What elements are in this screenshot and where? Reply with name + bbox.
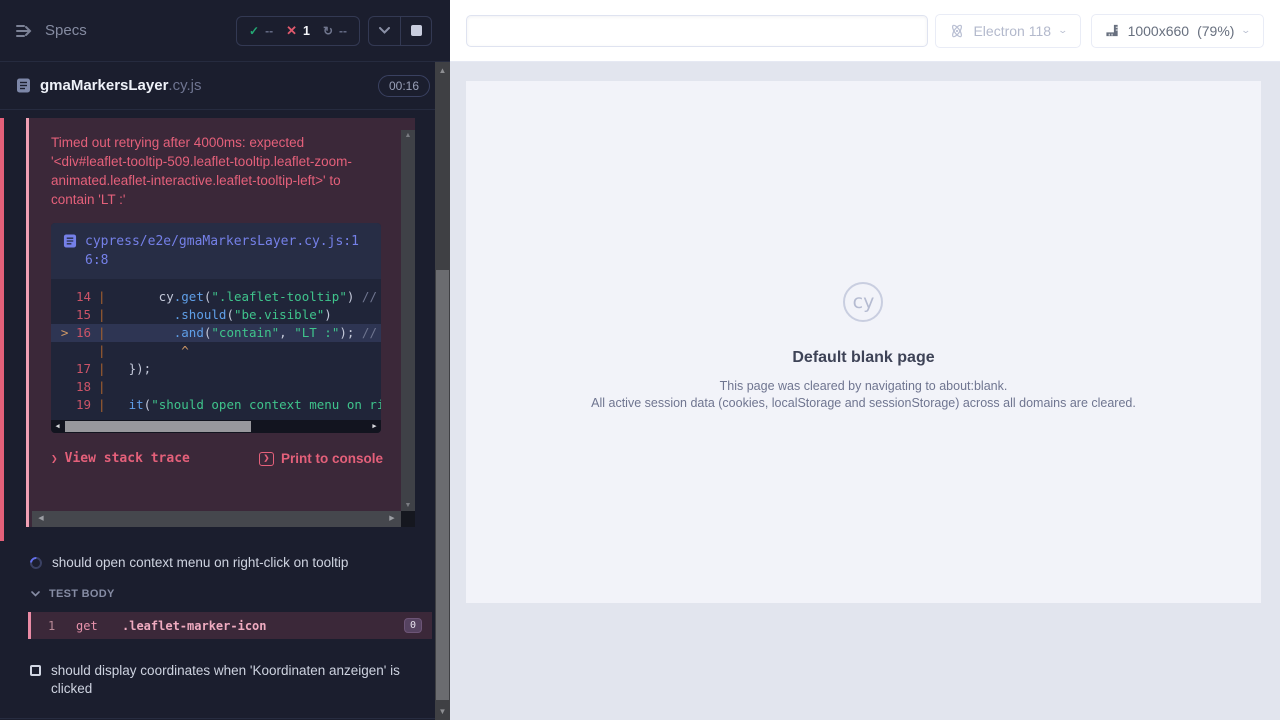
- failed-test-accent-strip: [0, 118, 4, 541]
- reporter-header: Specs ✓ -- ✕ 1 ↻ --: [0, 0, 450, 62]
- passed-count: --: [265, 24, 273, 38]
- chevron-down-icon: [31, 591, 40, 597]
- chevron-down-icon: ⌄: [1241, 25, 1252, 36]
- spec-file-icon: [16, 78, 31, 93]
- error-actions: ❯ View stack trace ❯ Print to console: [51, 451, 383, 466]
- error-message: Timed out retrying after 4000ms: expecte…: [51, 133, 375, 209]
- blank-page-line1: This page was cleared by navigating to a…: [591, 378, 1136, 394]
- error-horizontal-scrollbar[interactable]: ◀ ▶: [32, 511, 401, 527]
- command-row[interactable]: 1 get .leaflet-marker-icon 0: [28, 612, 432, 639]
- viewport-size: 1000x660: [1128, 23, 1190, 39]
- blank-page-message: cy Default blank page This page was clea…: [591, 282, 1136, 411]
- blank-page-title: Default blank page: [591, 349, 1136, 367]
- spec-timer-badge: 00:16: [378, 75, 430, 97]
- specs-label: Specs: [45, 22, 87, 39]
- scroll-left-arrow-icon[interactable]: ◀: [34, 511, 48, 527]
- list-divider: [0, 718, 450, 719]
- view-stack-trace-button[interactable]: ❯ View stack trace: [51, 451, 190, 466]
- stat-failed: ✕ 1: [286, 23, 310, 39]
- viewport-selector-button[interactable]: 1000x660 (79%) ⌄: [1091, 14, 1264, 48]
- code-file-icon: [63, 234, 77, 248]
- scroll-left-arrow-icon[interactable]: ◀: [51, 420, 64, 433]
- code-line: 17| });: [51, 360, 381, 378]
- aut-topbar: Electron 118 ⌄ 1000x660 (79%) ⌄: [450, 0, 1280, 62]
- scroll-down-arrow-icon[interactable]: ▼: [401, 502, 415, 509]
- error-vertical-scrollbar[interactable]: ▲ ▼: [401, 130, 415, 511]
- scrollbar-thumb[interactable]: [436, 270, 449, 700]
- spec-name: gmaMarkersLayer.cy.js: [40, 77, 201, 95]
- code-line: > 16| .and("contain", "LT :"); // Test: [51, 324, 381, 342]
- command-method: get: [76, 619, 122, 633]
- spec-name-base: gmaMarkersLayer: [40, 77, 168, 94]
- test-title: should open context menu on right-click …: [52, 554, 348, 572]
- test-item-pending[interactable]: should display coordinates when 'Koordin…: [0, 653, 450, 707]
- print-to-console-button[interactable]: ❯ Print to console: [259, 451, 383, 466]
- restart-circle-icon: ↻: [323, 24, 333, 38]
- code-line: 18|: [51, 378, 381, 396]
- view-stack-trace-label: View stack trace: [65, 451, 190, 466]
- code-frame: cypress/e2e/gmaMarkersLayer.cy.js:16:8 1…: [51, 223, 381, 433]
- scroll-right-arrow-icon[interactable]: ▶: [385, 511, 399, 527]
- code-line: 14| cy.get(".leaflet-tooltip") // Sele: [51, 288, 381, 306]
- code-frame-header: cypress/e2e/gmaMarkersLayer.cy.js:16:8: [51, 223, 381, 279]
- code-line: 19| it("should open context menu on righ: [51, 396, 381, 414]
- code-frame-body: 14| cy.get(".leaflet-tooltip") // Sele15…: [51, 279, 381, 417]
- stop-icon: [411, 25, 422, 36]
- chevron-down-icon: ⌄: [1058, 25, 1069, 36]
- command-count-badge: 0: [404, 618, 422, 633]
- code-line: | ^: [51, 342, 381, 360]
- print-to-console-label: Print to console: [281, 451, 383, 466]
- scroll-right-arrow-icon[interactable]: ▶: [368, 420, 381, 433]
- electron-icon: [949, 23, 965, 39]
- url-input[interactable]: [466, 15, 928, 47]
- viewport-scale: (79%): [1197, 23, 1234, 39]
- browser-selector-button[interactable]: Electron 118 ⌄: [935, 14, 1080, 48]
- code-frame-file-link[interactable]: cypress/e2e/gmaMarkersLayer.cy.js:16:8: [85, 232, 369, 270]
- run-stats: ✓ -- ✕ 1 ↻ --: [236, 16, 360, 46]
- command-target: .leaflet-marker-icon: [122, 619, 267, 633]
- scroll-up-arrow-icon[interactable]: ▲: [435, 66, 450, 75]
- specs-menu-icon[interactable]: [16, 24, 35, 38]
- passed-check-icon: ✓: [249, 24, 259, 38]
- collapse-all-button[interactable]: [369, 17, 400, 45]
- spec-row[interactable]: gmaMarkersLayer.cy.js 00:16: [0, 62, 450, 110]
- code-frame-horizontal-scrollbar[interactable]: ◀ ▶: [51, 420, 381, 433]
- cypress-runner: Specs ✓ -- ✕ 1 ↻ --: [0, 0, 1280, 720]
- pending-square-icon: [30, 665, 41, 676]
- run-controls: [368, 16, 432, 46]
- blank-page-line2: All active session data (cookies, localS…: [591, 395, 1136, 411]
- scroll-down-arrow-icon[interactable]: ▼: [435, 707, 450, 716]
- error-panel: Timed out retrying after 4000ms: expecte…: [26, 118, 415, 527]
- code-line: 15| .should("be.visible"): [51, 306, 381, 324]
- stat-passed: ✓ --: [249, 24, 273, 38]
- reporter-vertical-scrollbar[interactable]: ▲ ▼: [435, 62, 450, 720]
- browser-label: Electron 118: [973, 23, 1051, 39]
- running-spinner-icon: [28, 555, 45, 572]
- failed-count: 1: [303, 24, 310, 38]
- pending-count: --: [339, 24, 347, 38]
- test-title: should display coordinates when 'Koordin…: [51, 662, 420, 698]
- test-item-running[interactable]: should open context menu on right-click …: [0, 545, 450, 581]
- failed-attempt-block: Timed out retrying after 4000ms: expecte…: [0, 110, 450, 543]
- scrollbar-thumb[interactable]: [65, 421, 251, 432]
- reporter-panel: Specs ✓ -- ✕ 1 ↻ --: [0, 0, 450, 720]
- console-icon: ❯: [259, 452, 274, 466]
- scrollbar-corner: [401, 511, 415, 527]
- ruler-icon: [1105, 23, 1120, 38]
- test-list: should open context menu on right-click …: [0, 543, 450, 719]
- scroll-up-arrow-icon[interactable]: ▲: [401, 132, 415, 139]
- command-number: 1: [31, 619, 76, 633]
- test-body-header[interactable]: TEST BODY: [0, 581, 450, 607]
- failed-x-icon: ✕: [286, 23, 297, 39]
- aut-iframe-blank-page: cy Default blank page This page was clea…: [466, 81, 1261, 603]
- spec-name-ext: .cy.js: [168, 77, 201, 94]
- stop-run-button[interactable]: [400, 17, 431, 45]
- chevron-right-icon: ❯: [51, 452, 58, 465]
- test-body-label: TEST BODY: [49, 588, 115, 600]
- stat-pending: ↻ --: [323, 24, 347, 38]
- aut-panel: Electron 118 ⌄ 1000x660 (79%) ⌄ cy Defau: [450, 0, 1280, 720]
- cypress-logo: cy: [843, 282, 883, 322]
